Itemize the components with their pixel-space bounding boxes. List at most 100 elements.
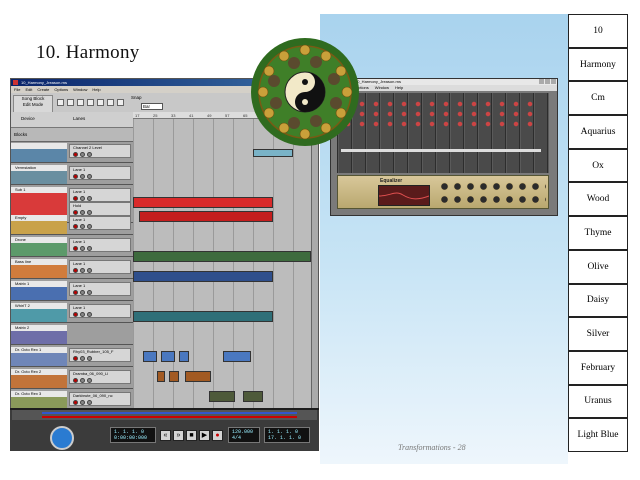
track-row[interactable]: Empty Lane 1: [11, 215, 133, 235]
signature-readout[interactable]: 4/4: [232, 435, 241, 441]
menu-edit[interactable]: Edit: [25, 86, 32, 93]
lane-control[interactable]: Darkbrute_06_090_nc: [69, 392, 131, 406]
track-row[interactable]: Matrix 2: [11, 325, 133, 345]
razor-tool-icon[interactable]: [87, 99, 94, 106]
solo-button[interactable]: [87, 196, 92, 201]
menu-options[interactable]: Options: [54, 86, 68, 93]
lane-control[interactable]: Lane 1: [69, 282, 131, 296]
lane-control[interactable]: Lane 1: [69, 304, 131, 318]
play-button[interactable]: ▶: [199, 430, 210, 441]
record-button[interactable]: [73, 356, 78, 361]
clip[interactable]: [223, 351, 251, 362]
mixer-maximize-button[interactable]: [545, 79, 550, 84]
track-device-thumbnail[interactable]: [11, 265, 67, 278]
clip[interactable]: [243, 391, 263, 402]
mute-button[interactable]: [80, 290, 85, 295]
track-row[interactable]: Dr. Octo Rex 2 Dramba_06_090_Ll: [11, 369, 133, 389]
eraser-tool-icon[interactable]: [77, 99, 84, 106]
mixer-menu-window[interactable]: Window: [375, 85, 389, 91]
solo-button[interactable]: [87, 152, 92, 157]
solo-button[interactable]: [87, 312, 92, 317]
track-row[interactable]: WhirlT 2 Lane 1: [11, 303, 133, 323]
clip[interactable]: [253, 149, 293, 157]
magnify-tool-icon[interactable]: [107, 99, 114, 106]
record-button[interactable]: ●: [212, 430, 223, 441]
mute-tool-icon[interactable]: [97, 99, 104, 106]
lane-control[interactable]: Dramba_06_090_Ll: [69, 370, 131, 384]
lane-control[interactable]: Lane 1: [69, 188, 131, 202]
clip[interactable]: [179, 351, 189, 362]
track-device-thumbnail[interactable]: [11, 331, 67, 344]
mute-button[interactable]: [80, 378, 85, 383]
song-mode-button[interactable]: Song: [22, 96, 33, 101]
lane-control[interactable]: Lane 1: [69, 238, 131, 252]
clip[interactable]: [185, 371, 211, 382]
clip[interactable]: [161, 351, 175, 362]
clip[interactable]: [169, 371, 179, 382]
solo-button[interactable]: [87, 356, 92, 361]
solo-button[interactable]: [87, 268, 92, 273]
record-button[interactable]: [73, 378, 78, 383]
solo-button[interactable]: [87, 246, 92, 251]
track-device-thumbnail[interactable]: [11, 287, 67, 300]
menu-file[interactable]: File: [14, 86, 20, 93]
track-device-thumbnail[interactable]: [11, 221, 67, 234]
right-locator[interactable]: 17. 1. 1. 0: [268, 435, 301, 441]
vertical-scrollbar[interactable]: [311, 119, 318, 441]
arrow-tool-icon[interactable]: [57, 99, 64, 106]
clip[interactable]: [133, 251, 311, 262]
record-button[interactable]: [73, 312, 78, 317]
record-button[interactable]: [73, 246, 78, 251]
block-mode-button[interactable]: Block: [33, 96, 44, 101]
lane-control[interactable]: Lane 1: [69, 166, 131, 180]
mute-button[interactable]: [80, 196, 85, 201]
menu-window[interactable]: Window: [73, 86, 87, 93]
track-row[interactable]: Drone Lane 1: [11, 237, 133, 257]
mute-button[interactable]: [80, 356, 85, 361]
mute-button[interactable]: [80, 246, 85, 251]
solo-button[interactable]: [87, 174, 92, 179]
mixer-faders[interactable]: [341, 137, 541, 169]
mute-button[interactable]: [80, 152, 85, 157]
record-button[interactable]: [73, 196, 78, 201]
record-button[interactable]: [73, 224, 78, 229]
clip[interactable]: [143, 351, 157, 362]
fast-forward-button[interactable]: »: [173, 430, 184, 441]
track-device-thumbnail[interactable]: [11, 149, 67, 162]
mute-button[interactable]: [80, 400, 85, 405]
clip[interactable]: [133, 311, 273, 322]
record-button[interactable]: [73, 290, 78, 295]
edit-mode-button[interactable]: Edit Mode: [23, 102, 43, 107]
track-device-thumbnail[interactable]: [11, 243, 67, 256]
mixer-rack[interactable]: [337, 93, 549, 173]
mute-button[interactable]: [80, 312, 85, 317]
track-row[interactable]: Bass line Lane 1: [11, 259, 133, 279]
lane-control[interactable]: Rhy03_Rubber_105_F: [69, 348, 131, 362]
solo-button[interactable]: [87, 290, 92, 295]
arrangement-grid[interactable]: [133, 119, 313, 441]
hand-tool-icon[interactable]: [117, 99, 124, 106]
pencil-tool-icon[interactable]: [67, 99, 74, 106]
menu-help[interactable]: Help: [92, 86, 100, 93]
record-button[interactable]: [73, 268, 78, 273]
mute-button[interactable]: [80, 174, 85, 179]
track-device-thumbnail[interactable]: [11, 309, 67, 322]
record-button[interactable]: [73, 152, 78, 157]
track-row[interactable]: Dr. Octo Rex 1 Rhy03_Rubber_105_F: [11, 347, 133, 367]
clip[interactable]: [139, 211, 273, 222]
lane-control[interactable]: Lane 1: [69, 216, 131, 230]
track-row[interactable]: Channel 2 Level: [11, 143, 133, 163]
mute-button[interactable]: [80, 268, 85, 273]
track-device-thumbnail[interactable]: [11, 353, 67, 366]
track-device-thumbnail[interactable]: [11, 375, 67, 388]
solo-button[interactable]: [87, 400, 92, 405]
eq-knobs[interactable]: [438, 180, 546, 206]
track-row[interactable]: Vermstation Lane 1: [11, 165, 133, 185]
mute-button[interactable]: [80, 224, 85, 229]
rewind-button[interactable]: «: [160, 430, 171, 441]
mixer-minimize-button[interactable]: [539, 79, 544, 84]
clip[interactable]: [133, 197, 273, 208]
record-button[interactable]: [73, 400, 78, 405]
record-button[interactable]: [73, 174, 78, 179]
mixer-knobs[interactable]: [341, 99, 541, 129]
